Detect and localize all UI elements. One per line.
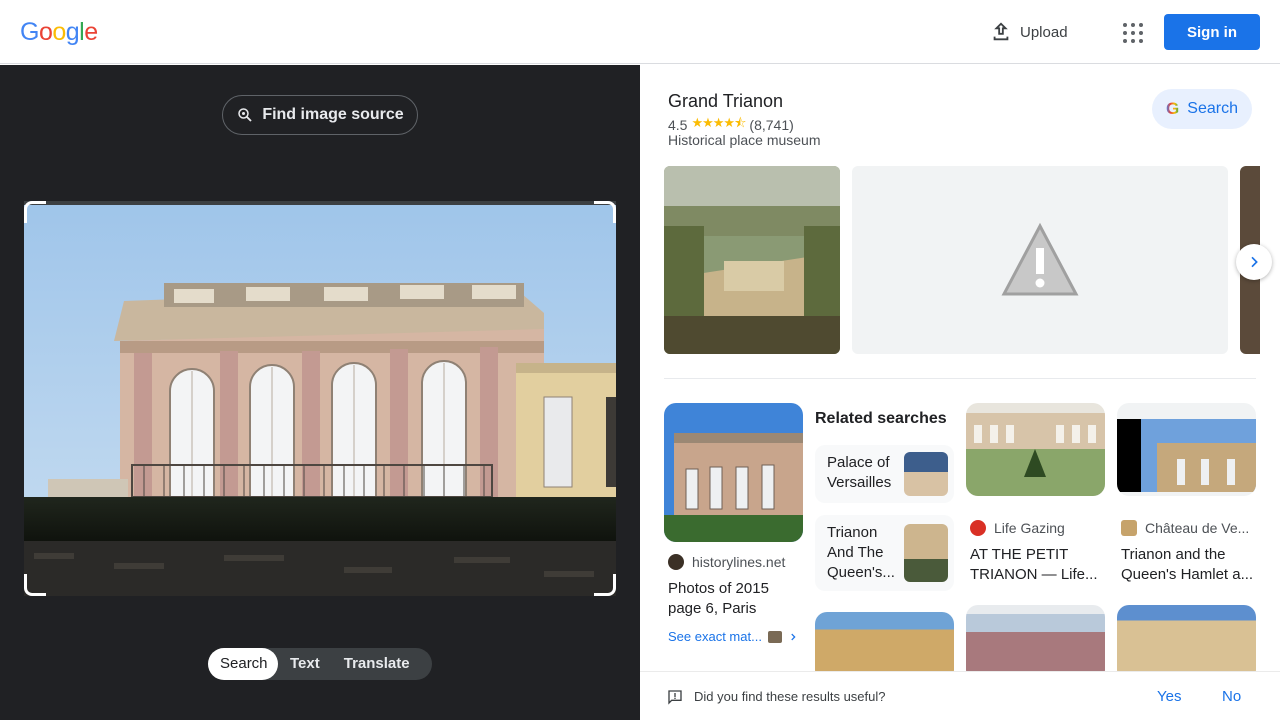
chevron-right-icon: [1251, 256, 1258, 268]
result-title-line: AT THE PETIT: [970, 546, 1069, 563]
related-searches-heading: Related searches: [815, 410, 947, 427]
chevron-right-icon: [791, 633, 796, 640]
review-count: (8,741): [749, 117, 794, 133]
gallery-image-painting[interactable]: [664, 166, 840, 354]
site-favicon-icon: [668, 554, 684, 570]
google-logo[interactable]: Google: [20, 18, 98, 47]
related-search-thumb: [904, 524, 948, 582]
crop-handle-top-left[interactable]: [24, 201, 46, 223]
feedback-no-button[interactable]: No: [1222, 688, 1241, 705]
gallery-next-button[interactable]: [1236, 244, 1272, 280]
logo-letter: e: [84, 18, 98, 46]
crop-handle-bottom-left[interactable]: [24, 574, 46, 596]
crest-favicon-icon: [1121, 520, 1137, 536]
exact-thumb: [767, 630, 782, 643]
entity-search-label: Search: [1187, 100, 1238, 117]
result-title[interactable]: Photos of 2015 page 6, Paris: [668, 579, 804, 619]
feedback-yes-button[interactable]: Yes: [1157, 688, 1181, 705]
top-bar: Google Upload Sign in: [0, 0, 1280, 64]
upload-icon: [993, 22, 1009, 41]
result-title[interactable]: Trianon and the Queen's Hamlet a...: [1121, 545, 1257, 585]
related-search-item[interactable]: Trianon And The Queen's...: [815, 515, 954, 591]
crop-handle-bottom-right[interactable]: [594, 574, 616, 596]
related-search-item[interactable]: Palace of Versailles: [815, 445, 954, 503]
logo-letter: o: [38, 18, 53, 46]
result-title[interactable]: AT THE PETIT TRIANON — Life...: [970, 545, 1106, 585]
result-source[interactable]: Life Gazing: [970, 520, 1065, 536]
related-search-thumb: [904, 452, 948, 496]
result-source[interactable]: Château de Ve...: [1121, 520, 1249, 536]
section-divider: [664, 378, 1256, 379]
related-search-label: Palace of Versailles: [827, 453, 901, 493]
gallery-image-placeholder[interactable]: [852, 166, 1228, 354]
crop-handle-top-right[interactable]: [594, 201, 616, 223]
upload-button[interactable]: Upload: [990, 16, 1068, 48]
google-g-icon: G: [1166, 99, 1180, 118]
results-panel: Grand Trianon 4.5 ★★★★⯪ (8,741) Historic…: [640, 65, 1280, 720]
feedback-icon: [668, 690, 682, 705]
feedback-bar: Did you find these results useful? Yes N…: [640, 671, 1280, 720]
upload-label: Upload: [1020, 23, 1068, 41]
rating-value: 4.5: [668, 117, 688, 133]
related-line: Trianon: [827, 524, 878, 541]
result-image[interactable]: [966, 403, 1105, 496]
related-line: Queen's...: [827, 564, 895, 581]
result-image[interactable]: [1117, 403, 1256, 496]
logo-letter: g: [65, 18, 80, 46]
related-line: Versailles: [827, 474, 892, 491]
result-image[interactable]: [664, 403, 803, 542]
related-search-label: Trianon And The Queen's...: [827, 523, 901, 583]
result-source-label: Château de Ve...: [1145, 520, 1250, 536]
result-source-label: historylines.net: [692, 554, 786, 570]
logo-letter: G: [20, 18, 39, 46]
entity-search-button[interactable]: G Search: [1152, 89, 1252, 129]
image-viewer-panel: Find image source Search Text Translate: [0, 65, 640, 720]
mode-search-tab[interactable]: Search: [208, 648, 278, 680]
apps-grid-icon[interactable]: [1118, 18, 1146, 46]
result-title-line: Trianon and the: [1121, 546, 1226, 563]
result-source[interactable]: historylines.net: [668, 554, 785, 570]
result-title-line: page 6, Paris: [668, 600, 757, 617]
related-line: Palace of: [827, 454, 890, 471]
strawberry-favicon-icon: [970, 520, 986, 536]
mode-translate-tab[interactable]: Translate: [332, 648, 422, 680]
find-image-source-label: Find image source: [262, 106, 404, 123]
logo-letter: o: [52, 18, 66, 46]
see-exact-matches-link[interactable]: See exact mat...: [668, 629, 798, 644]
entity-type: Historical place museum: [668, 132, 821, 148]
result-title-line: Queen's Hamlet a...: [1121, 566, 1254, 583]
lens-search-icon: [238, 108, 252, 122]
find-image-source-button[interactable]: Find image source: [222, 95, 418, 135]
result-title-line: TRIANON — Life...: [970, 566, 1098, 583]
related-line: And The: [827, 544, 884, 561]
sign-in-button[interactable]: Sign in: [1164, 14, 1260, 50]
result-title-line: Photos of 2015: [668, 580, 769, 597]
warning-icon: [1001, 222, 1079, 296]
mode-switcher: Search Text Translate: [208, 648, 432, 680]
feedback-question: Did you find these results useful?: [694, 689, 886, 704]
result-source-label: Life Gazing: [994, 520, 1065, 536]
mode-text-tab[interactable]: Text: [278, 648, 332, 680]
exact-label: See exact mat...: [668, 629, 762, 644]
entity-title[interactable]: Grand Trianon: [668, 91, 783, 112]
query-image[interactable]: [24, 201, 616, 596]
